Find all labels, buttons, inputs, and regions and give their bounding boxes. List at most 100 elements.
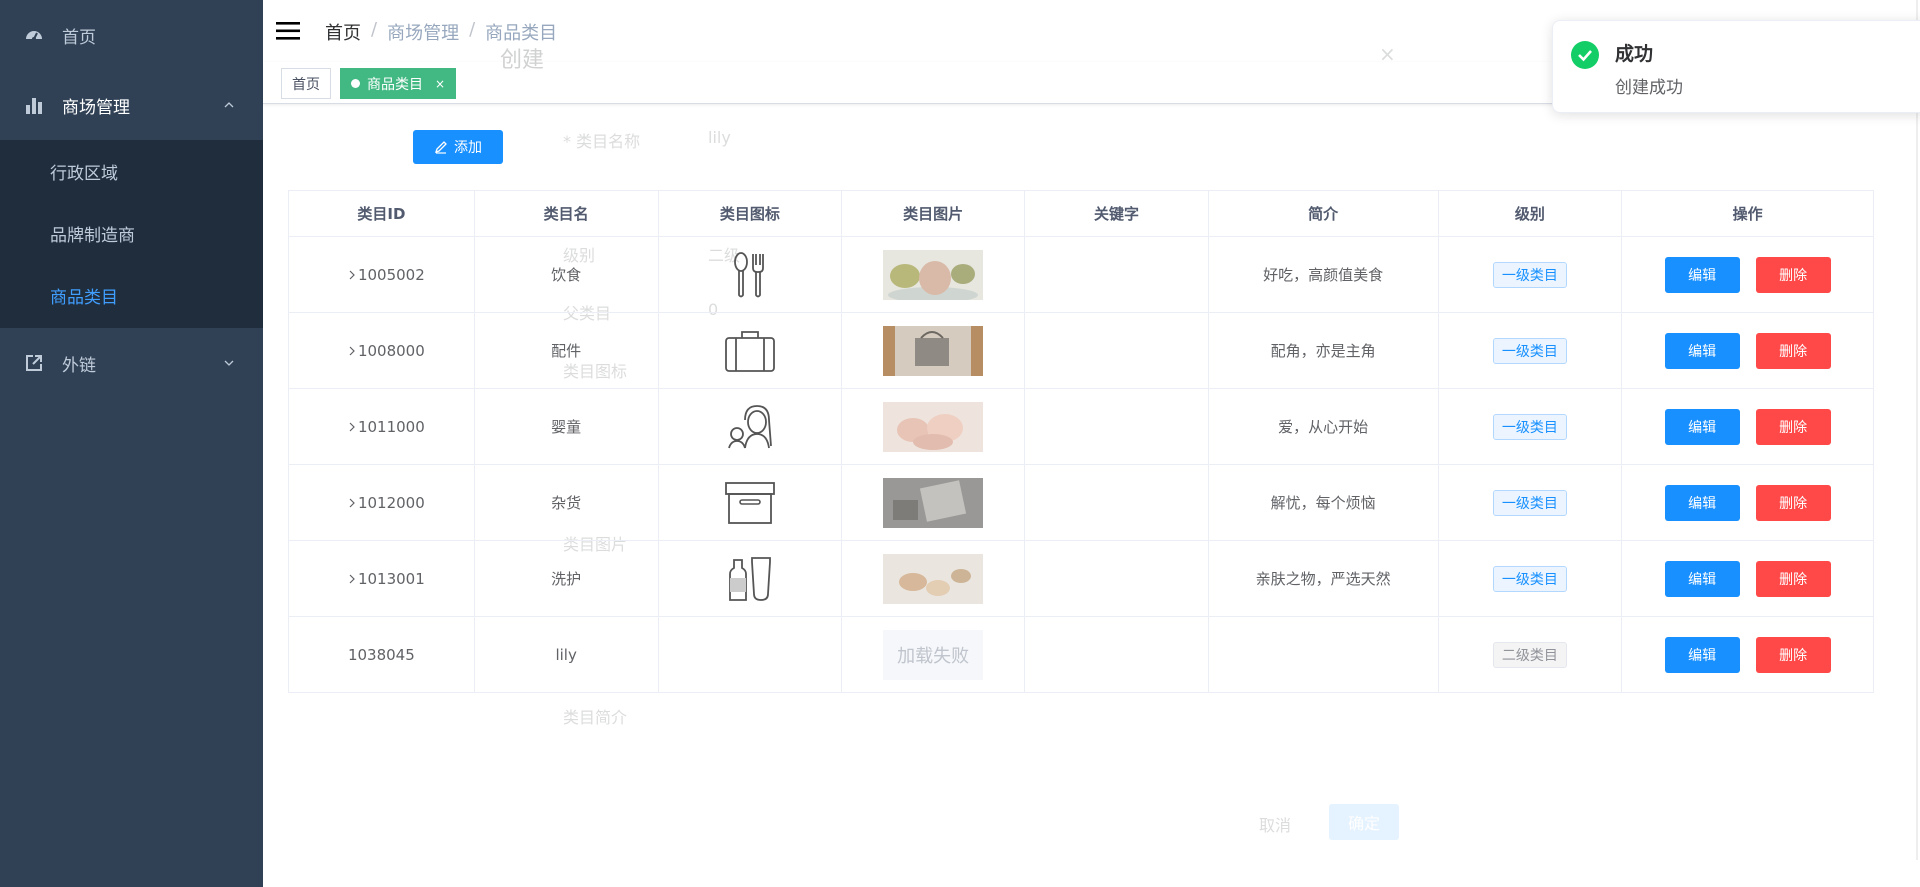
cell-desc: 亲肤之物，严选天然: [1209, 541, 1439, 616]
level-tag: 一级类目: [1492, 565, 1567, 592]
header-desc: 简介: [1208, 191, 1439, 236]
cell-id-text: 1013001: [357, 569, 425, 588]
chevron-right-icon[interactable]: [347, 574, 357, 584]
cell-operation: 编辑 删除: [1622, 237, 1873, 312]
level-tag: 一级类目: [1492, 261, 1567, 288]
chevron-right-icon[interactable]: [347, 346, 357, 356]
level-tag: 二级类目: [1492, 641, 1567, 668]
header-level: 级别: [1438, 191, 1623, 236]
chevron-right-icon[interactable]: [347, 422, 357, 432]
cell-keyword: [1025, 465, 1209, 540]
menu-label-home: 首页: [62, 27, 96, 48]
header-keyword: 关键字: [1025, 191, 1209, 236]
cell-level: 二级类目: [1439, 617, 1623, 692]
tag-home[interactable]: 首页: [281, 68, 331, 99]
cell-keyword: [1025, 237, 1209, 312]
bottles-icon: [729, 556, 771, 601]
breadcrumb-separator: /: [371, 19, 378, 40]
menu-label-external: 外链: [62, 355, 96, 376]
table-header-row: 类目ID 类目名 类目图标 类目图片 关键字 简介 级别 操作: [289, 191, 1873, 237]
cell-keyword: [1025, 541, 1209, 616]
breadcrumb: 首页 / 商场管理 / 商品类目: [325, 19, 557, 45]
dialog-confirm-button: 确定: [1329, 804, 1399, 840]
hamburger-icon[interactable]: [275, 18, 301, 44]
delete-button[interactable]: 删除: [1755, 256, 1831, 293]
cell-pic: 加载失败: [842, 617, 1026, 692]
cell-pic: [842, 389, 1026, 464]
edit-button[interactable]: 编辑: [1664, 560, 1740, 597]
sidebar-item-category[interactable]: 商品类目: [0, 264, 263, 326]
delete-button[interactable]: 删除: [1755, 484, 1831, 521]
sidebar-item-region[interactable]: 行政区域: [0, 140, 263, 202]
edit-button[interactable]: 编辑: [1664, 332, 1740, 369]
cell-id-text: 1012000: [357, 493, 425, 512]
header-pic: 类目图片: [842, 191, 1026, 236]
edit-button[interactable]: 编辑: [1664, 636, 1740, 673]
external-link-icon: [24, 353, 44, 373]
header-icon: 类目图标: [658, 191, 843, 236]
edit-button[interactable]: 编辑: [1664, 484, 1740, 521]
menu-item-external[interactable]: 外链: [0, 328, 263, 398]
cell-keyword: [1025, 389, 1209, 464]
goods-photo: [883, 477, 984, 528]
cell-icon: [659, 389, 843, 464]
storage-box-icon: [725, 481, 775, 524]
table-row: 1012000 杂货 解忧，每个烦恼 一级类目 编辑 删除: [289, 465, 1873, 541]
active-dot-icon: [351, 79, 360, 88]
dialog-cancel-button: 取消: [1259, 816, 1292, 835]
chevron-right-icon[interactable]: [347, 498, 357, 508]
delete-button[interactable]: 删除: [1755, 408, 1831, 445]
delete-button[interactable]: 删除: [1755, 560, 1831, 597]
cell-pic: [842, 465, 1026, 540]
delete-button[interactable]: 删除: [1755, 636, 1831, 673]
add-button-label: 添加: [454, 140, 482, 156]
breadcrumb-item-category: 商品类目: [485, 23, 558, 44]
cell-id: 1008000: [289, 313, 475, 388]
cell-level: 一级类目: [1439, 389, 1623, 464]
cell-id: 1012000: [289, 465, 475, 540]
chevron-right-icon[interactable]: [347, 270, 357, 280]
cell-name: 配件: [475, 313, 659, 388]
edit-button[interactable]: 编辑: [1664, 408, 1740, 445]
tag-category-label: 商品类目: [367, 76, 423, 93]
cell-operation: 编辑 删除: [1622, 541, 1873, 616]
sidebar-item-brand[interactable]: 品牌制造商: [0, 202, 263, 264]
category-table: 类目ID 类目名 类目图标 类目图片 关键字 简介 级别 操作 1005002 …: [288, 190, 1874, 693]
success-toast: 成功 创建成功: [1552, 20, 1920, 113]
dialog-label-name: * 类目名称: [563, 132, 641, 151]
add-button[interactable]: 添加: [413, 130, 503, 164]
cell-pic: [842, 541, 1026, 616]
toast-title: 成功: [1615, 43, 1654, 65]
cell-icon: [659, 465, 843, 540]
level-tag: 一级类目: [1492, 489, 1567, 516]
cell-operation: 编辑 删除: [1622, 465, 1873, 540]
menu-item-home[interactable]: 首页: [0, 0, 263, 70]
dialog-label-desc: 类目简介: [563, 708, 628, 727]
table-row: 1008000 配件 配角，亦是主角 一级类目 编辑 删除: [289, 313, 1873, 389]
cell-level: 一级类目: [1439, 541, 1623, 616]
cell-level: 一级类目: [1439, 313, 1623, 388]
cell-id-text: 1008000: [357, 341, 425, 360]
cell-icon: [659, 617, 843, 692]
cell-desc: 好吃，高颜值美食: [1209, 237, 1439, 312]
chevron-down-icon: [224, 360, 234, 366]
dashboard-icon: [24, 25, 44, 45]
chevron-up-icon: [224, 102, 234, 108]
menu-item-mall[interactable]: 商场管理: [0, 70, 263, 140]
submenu-mall: 行政区域 品牌制造商 商品类目: [0, 140, 263, 328]
tag-home-label: 首页: [292, 76, 320, 93]
page-edge-divider: [1916, 0, 1918, 860]
menu-label-mall: 商场管理: [62, 97, 130, 118]
cell-operation: 编辑 删除: [1622, 313, 1873, 388]
cell-keyword: [1025, 313, 1209, 388]
close-icon[interactable]: ×: [435, 77, 445, 91]
edit-button[interactable]: 编辑: [1664, 256, 1740, 293]
cell-id-text: 1005002: [357, 265, 425, 284]
header-name: 类目名: [474, 191, 659, 236]
delete-button[interactable]: 删除: [1755, 332, 1831, 369]
tag-category[interactable]: 商品类目 ×: [340, 68, 457, 99]
toast-message: 创建成功: [1615, 78, 1683, 98]
cell-name: lily: [475, 617, 659, 692]
breadcrumb-item-home[interactable]: 首页: [325, 19, 361, 45]
utensils-icon: [734, 251, 764, 297]
